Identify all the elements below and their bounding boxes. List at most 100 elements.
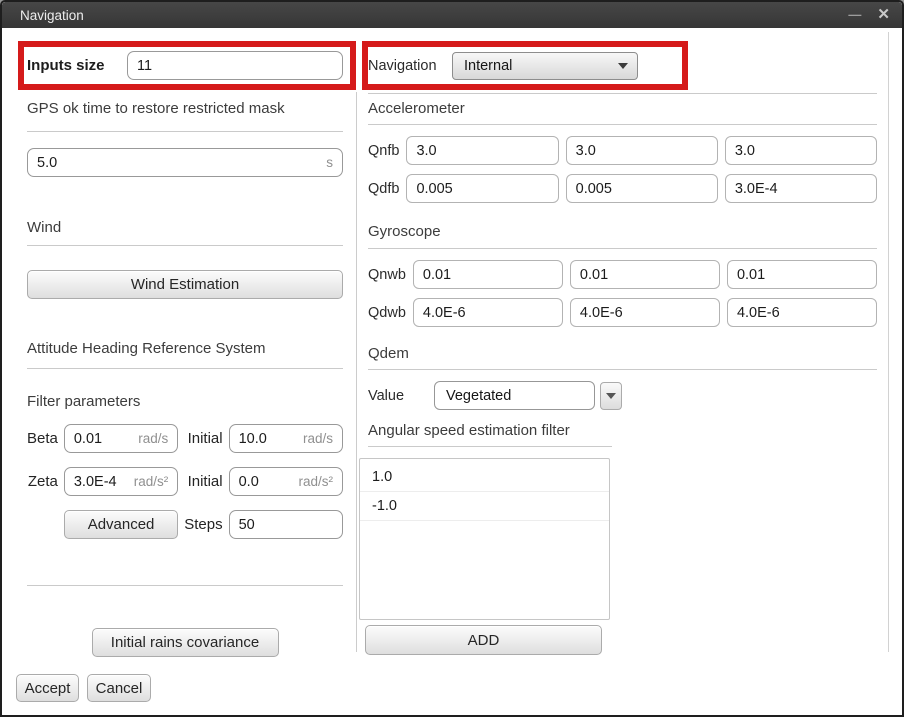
window-title: Navigation xyxy=(20,8,832,23)
angular-filter-separator xyxy=(368,446,612,447)
qdfb-input-3[interactable] xyxy=(735,181,867,197)
inputs-size-field-box xyxy=(127,51,343,80)
qnwb-field-box-1 xyxy=(413,260,563,289)
navigation-dialog: Navigation — ✕ Inputs size GPS ok time t… xyxy=(0,0,904,717)
initial-rains-covariance-button[interactable]: Initial rains covariance xyxy=(92,628,279,657)
beta-initial-unit: rad/s xyxy=(303,431,333,446)
qdwb-input-3[interactable] xyxy=(737,305,867,321)
qdwb-field-box-3 xyxy=(727,298,877,327)
qdem-dropdown[interactable]: Vegetated xyxy=(434,381,622,410)
chevron-down-icon xyxy=(618,63,628,69)
qdfb-field-box-1 xyxy=(406,174,558,203)
wind-estimation-button[interactable]: Wind Estimation xyxy=(27,270,343,299)
angular-filter-header: Angular speed estimation filter xyxy=(368,422,877,439)
steps-field-box xyxy=(229,510,343,539)
dialog-content: Inputs size GPS ok time to restore restr… xyxy=(2,28,902,715)
accelerometer-separator xyxy=(368,124,877,125)
qnwb-field-box-2 xyxy=(570,260,720,289)
zeta-label: Zeta xyxy=(28,473,58,490)
bottom-left-separator xyxy=(27,585,343,586)
wind-section-header: Wind xyxy=(27,219,343,236)
accelerometer-header: Accelerometer xyxy=(368,100,877,117)
qnwb-input-1[interactable] xyxy=(423,267,553,283)
add-button[interactable]: ADD xyxy=(365,625,602,655)
qnwb-field-box-3 xyxy=(727,260,877,289)
accept-button[interactable]: Accept xyxy=(16,674,79,702)
zeta-input[interactable] xyxy=(74,474,130,490)
titlebar[interactable]: Navigation — ✕ xyxy=(2,2,902,28)
cancel-button[interactable]: Cancel xyxy=(87,674,151,702)
covariance-button-wrap: Initial rains covariance xyxy=(27,628,343,657)
list-item[interactable]: -1.0 xyxy=(360,492,609,521)
qnfb-input-1[interactable] xyxy=(416,143,548,159)
beta-initial-field-box: rad/s xyxy=(229,424,343,453)
left-column: Inputs size GPS ok time to restore restr… xyxy=(27,28,343,657)
chevron-down-icon xyxy=(606,393,616,399)
gyroscope-header: Gyroscope xyxy=(368,223,877,240)
gyroscope-grid: Qnwb Qdwb xyxy=(368,260,877,327)
accelerometer-grid: Qnfb Qdfb xyxy=(368,136,877,203)
minimize-icon[interactable]: — xyxy=(848,2,861,28)
inputs-size-input[interactable] xyxy=(137,58,333,74)
qdfb-input-2[interactable] xyxy=(576,181,708,197)
qdfb-field-box-2 xyxy=(566,174,718,203)
qdwb-input-1[interactable] xyxy=(423,305,553,321)
qdwb-field-box-2 xyxy=(570,298,720,327)
gps-time-unit: s xyxy=(326,155,333,170)
scroll-viewport-edge xyxy=(888,32,889,652)
qnfb-field-box-2 xyxy=(566,136,718,165)
navigation-dropdown-value: Internal xyxy=(464,58,512,74)
inputs-size-label: Inputs size xyxy=(27,57,127,74)
navigation-row: Navigation Internal xyxy=(368,52,877,80)
gps-section-header: GPS ok time to restore restricted mask xyxy=(27,100,343,117)
qdem-dropdown-value: Vegetated xyxy=(434,381,595,410)
qdem-header: Qdem xyxy=(368,345,877,362)
beta-label: Beta xyxy=(27,430,58,447)
qnfb-label: Qnfb xyxy=(368,143,399,159)
gps-time-input[interactable] xyxy=(37,155,322,171)
navigation-dropdown[interactable]: Internal xyxy=(452,52,638,80)
qdem-value-row: Value Vegetated xyxy=(368,381,877,410)
gps-section-separator xyxy=(27,131,343,132)
navigation-separator xyxy=(368,93,877,94)
beta-input[interactable] xyxy=(74,431,134,447)
qnwb-label: Qnwb xyxy=(368,267,406,283)
filter-parameters-grid: Beta rad/s Initial rad/s Zeta rad/s² Ini… xyxy=(27,424,343,539)
list-item[interactable]: 1.0 xyxy=(360,463,609,492)
qnfb-input-3[interactable] xyxy=(735,143,867,159)
gps-time-field-box: s xyxy=(27,148,343,177)
qnfb-field-box-1 xyxy=(406,136,558,165)
ahrs-section-header: Attitude Heading Reference System xyxy=(27,340,343,357)
qdwb-input-2[interactable] xyxy=(580,305,710,321)
qnfb-field-box-3 xyxy=(725,136,877,165)
inputs-size-row: Inputs size xyxy=(27,51,343,80)
qdem-value-label: Value xyxy=(368,388,434,404)
qnwb-input-3[interactable] xyxy=(737,267,867,283)
qdfb-field-box-3 xyxy=(725,174,877,203)
wind-section-separator xyxy=(27,245,343,246)
qdfb-label: Qdfb xyxy=(368,181,399,197)
navigation-label: Navigation xyxy=(368,58,452,74)
qdwb-label: Qdwb xyxy=(368,305,406,321)
angular-filter-list[interactable]: 1.0 -1.0 xyxy=(359,458,610,620)
zeta-initial-unit: rad/s² xyxy=(298,474,333,489)
qnwb-input-2[interactable] xyxy=(580,267,710,283)
beta-initial-label: Initial xyxy=(188,430,223,447)
dialog-footer: Accept Cancel xyxy=(16,674,151,702)
gyroscope-separator xyxy=(368,248,877,249)
right-column: Navigation Internal Accelerometer Qnfb Q… xyxy=(368,28,877,655)
beta-initial-input[interactable] xyxy=(239,431,299,447)
close-icon[interactable]: ✕ xyxy=(877,2,890,28)
zeta-initial-field-box: rad/s² xyxy=(229,467,343,496)
qdem-dropdown-arrow-button[interactable] xyxy=(600,382,622,410)
steps-label: Steps xyxy=(184,516,222,533)
column-divider xyxy=(356,92,357,652)
qdem-separator xyxy=(368,369,877,370)
qnfb-input-2[interactable] xyxy=(576,143,708,159)
steps-input[interactable] xyxy=(239,517,333,533)
advanced-button[interactable]: Advanced xyxy=(64,510,178,539)
zeta-initial-input[interactable] xyxy=(239,474,295,490)
zeta-unit: rad/s² xyxy=(134,474,169,489)
qdfb-input-1[interactable] xyxy=(416,181,548,197)
filter-parameters-label: Filter parameters xyxy=(27,393,343,410)
